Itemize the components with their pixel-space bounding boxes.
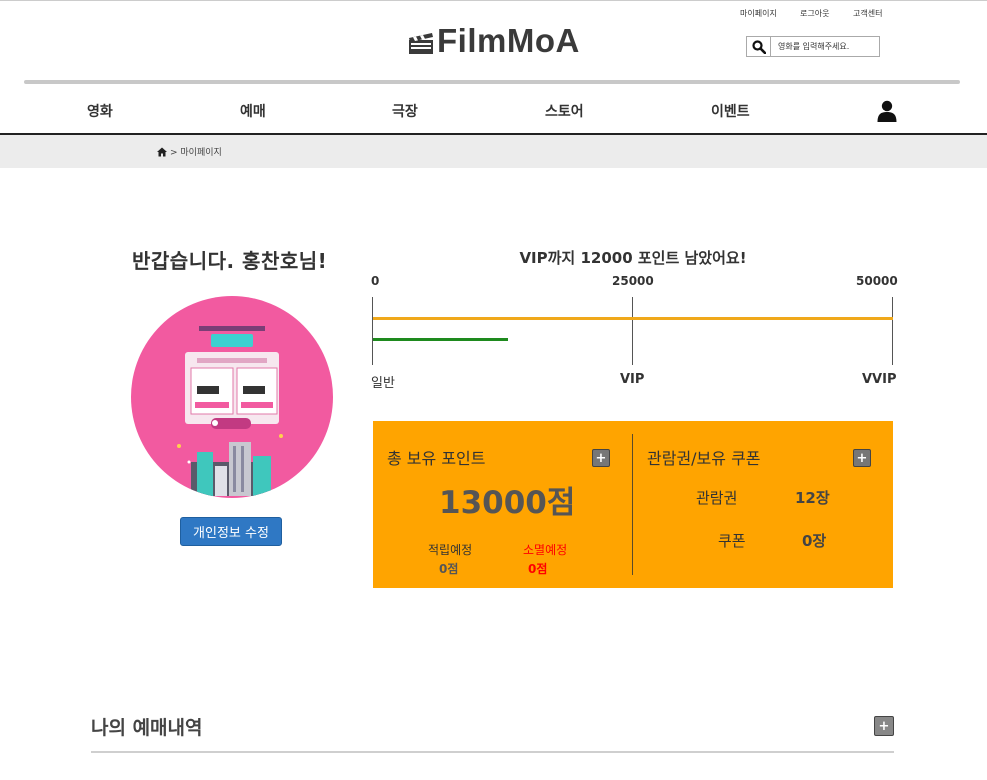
coupon-label: 쿠폰 [718,532,746,550]
total-points-title: 총 보유 포인트 [387,449,486,468]
progress-tick-line [892,297,893,365]
header-divider [24,80,960,84]
earn-value: 0점 [439,562,459,576]
breadcrumb-bar: > 마이페이지 [0,135,987,168]
tier-label-normal: 일반 [371,376,395,391]
coupon-promo-image [177,324,283,496]
points-more-button[interactable]: + [592,449,610,467]
nav-booking[interactable]: 예매 [240,101,266,121]
tier-label-vip: VIP [620,372,645,387]
progress-track [373,317,893,320]
logo[interactable]: FilmMoA [408,22,580,60]
top-border [0,0,987,1]
panel-divider [632,434,633,575]
coupon-more-button[interactable]: + [853,449,871,467]
progress-tick-line [372,297,373,365]
ticket-label: 관람권 [696,489,738,507]
nav-event[interactable]: 이벤트 [711,101,750,121]
avatar [131,296,333,498]
booking-divider [91,751,894,753]
my-booking-title: 나의 예매내역 [91,717,203,739]
expire-value: 0점 [528,562,548,576]
edit-profile-button[interactable]: 개인정보 수정 [180,517,282,546]
search-box [746,36,880,57]
total-points-value: 13000점 [439,485,576,521]
nav-store[interactable]: 스토어 [545,101,584,121]
search-input[interactable] [771,42,877,51]
logout-link[interactable]: 로그아웃 [800,8,829,19]
tier-label-vvip: VVIP [862,372,897,387]
progress-tick-label: 0 [371,274,380,288]
breadcrumb-text: > 마이페이지 [170,148,222,158]
points-panel: 총 보유 포인트 + 13000점 적립예정 소멸예정 0점 0점 관람권/보유… [373,421,893,588]
nav-movie[interactable]: 영화 [87,101,113,121]
breadcrumb: > 마이페이지 [157,145,222,158]
booking-more-button[interactable]: + [874,716,894,736]
progress-tick-label: 25000 [612,274,654,288]
vip-remaining-message: VIP까지 12000 포인트 남았어요! [519,249,747,267]
progress-tick-line [632,297,633,365]
mypage-link[interactable]: 마이페이지 [740,8,777,19]
nav-theater[interactable]: 극장 [392,101,418,121]
user-icon[interactable] [877,100,897,122]
home-icon[interactable] [157,147,167,157]
ticket-count: 12장 [795,489,830,507]
customer-center-link[interactable]: 고객센터 [853,8,882,19]
coupon-title: 관람권/보유 쿠폰 [647,449,761,468]
logo-text: FilmMoA [437,22,580,59]
search-button[interactable] [747,37,771,56]
clapperboard-icon [409,32,433,54]
coupon-count: 0장 [802,532,827,550]
greeting-text: 반갑습니다. 홍찬호님! [132,249,328,273]
progress-tick-label: 50000 [856,274,898,288]
search-icon [751,39,766,54]
expire-label: 소멸예정 [523,543,568,557]
progress-fill [373,338,508,341]
earn-label: 적립예정 [428,543,473,557]
